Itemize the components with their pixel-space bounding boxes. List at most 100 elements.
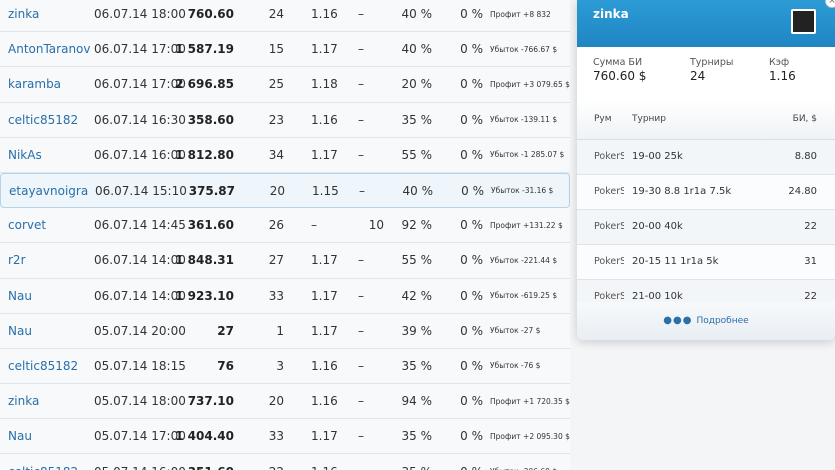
table-row[interactable]: karamba 06.07.14 17:00 2 696.85 25 1.18 – 20 %… [0, 67, 570, 103]
player-name-link[interactable]: Nau [8, 279, 32, 313]
tournament-row[interactable]: PokerStars 19-30 8.8 1r1a 7.5k 24.80 [577, 175, 835, 210]
percent-cell: 35 % [400, 454, 433, 470]
dots-icon: ●●● [663, 315, 693, 326]
player-name-link[interactable]: NikAs [8, 138, 42, 172]
tournament-cell: 19-30 8.8 1r1a 7.5k [632, 186, 732, 197]
player-name-link[interactable]: celtic85182 [8, 454, 78, 470]
player-name-link[interactable]: celtic85182 [8, 103, 78, 137]
tournaments-cell: 25 [268, 77, 284, 92]
result-cell: Профит +3 079.65 $ [490, 79, 570, 89]
player-name-link[interactable]: r2r [8, 243, 26, 277]
kef-cell: 1.16 [311, 7, 338, 22]
player-name-link[interactable]: AntonTaranov [8, 32, 91, 66]
date-cell: 06.07.14 16:30 [94, 112, 186, 127]
date-cell: 06.07.14 15:10 [95, 183, 187, 198]
player-name-link[interactable]: zinka [8, 0, 39, 31]
extra-cell [368, 0, 384, 31]
tournament-row[interactable]: PokerStars 20-00 40k 22 [577, 210, 835, 245]
panel-username[interactable]: zinka [593, 7, 629, 21]
table-row[interactable]: zinka 06.07.14 18:00 760.60 24 1.16 – 40 % 0 % П… [0, 0, 570, 33]
player-name-link[interactable]: zinka [8, 384, 39, 418]
percent-cell: 35 % [401, 112, 433, 127]
extra-cell [368, 138, 384, 172]
percent-cell: 55 % [401, 253, 433, 268]
extra-cell: 10 [368, 218, 384, 233]
percent-cell-2: 0 % [460, 42, 483, 57]
bi-cell: 24.80 [788, 186, 817, 197]
result-cell: Профит +2 095.30 $ [490, 431, 570, 441]
tournament-row[interactable]: PokerStars 19-00 25k 8.80 [577, 140, 835, 175]
column-header-room: Рум [594, 114, 612, 124]
more-button[interactable]: ●●● Подробнее [577, 302, 835, 340]
tournaments-cell: 33 [268, 429, 284, 444]
extra-cell [368, 314, 384, 348]
extra-cell [368, 279, 384, 313]
player-name-link[interactable]: Nau [8, 419, 32, 453]
date-cell: 05.07.14 18:00 [94, 394, 186, 409]
stat-value: 1.16 [769, 69, 796, 83]
table-row[interactable]: NikAs 06.07.14 16:00 1 812.80 34 1.17 – 55 % 0 … [0, 137, 570, 173]
table-row[interactable]: celtic85182 06.07.14 16:30 358.60 23 1.16 – 35… [0, 102, 570, 138]
panel-table-header: Рум Турнир БИ, $ [577, 100, 835, 140]
player-name-link[interactable]: Nau [8, 314, 32, 348]
panel-header: zinka [577, 0, 835, 47]
table-row[interactable]: etayavnoigra 06.07.14 15:10 375.87 20 1.15 – 4… [0, 172, 570, 209]
column-header-tournament: Турнир [632, 114, 666, 124]
table-row[interactable]: Nau 05.07.14 17:00 1 404.40 33 1.17 – 35 % 0 % П… [0, 419, 570, 455]
room-cell: PokerStars [594, 221, 624, 232]
bi-cell: 8.80 [794, 151, 817, 162]
tournaments-cell: 26 [268, 218, 284, 233]
date-cell: 06.07.14 14:00 [94, 288, 186, 303]
percent-cell-2: 0 % [460, 77, 483, 92]
kef-cell: 1.17 [311, 323, 338, 338]
table-row[interactable]: r2r 06.07.14 14:00 1 848.31 27 1.17 – 55 % 0 % У… [0, 243, 570, 279]
table-row[interactable]: celtic85182 05.07.14 18:15 76 3 1.16 – 35 % 0 %… [0, 348, 570, 385]
kef-cell: 1.17 [311, 288, 338, 303]
table-row[interactable]: zinka 05.07.14 18:00 737.10 20 1.16 – 94 % 0 % П… [0, 384, 570, 420]
percent-cell-2: 0 % [460, 253, 483, 268]
percent-cell: 94 % [401, 394, 433, 409]
kef-cell: 1.17 [311, 253, 338, 268]
dash-cell: – [358, 323, 364, 338]
more-label: Подробнее [696, 316, 749, 326]
extra-cell [368, 454, 384, 470]
date-cell: 06.07.14 14:00 [94, 253, 186, 268]
result-cell: Убыток -766.67 $ [490, 44, 558, 54]
result-cell: Убыток -206.60 $ [490, 454, 557, 470]
room-cell: PokerStars [594, 186, 624, 197]
bi-cell: 1 812.80 [175, 147, 234, 162]
table-row[interactable]: corvet 06.07.14 14:45 361.60 26 – 10 92 % 0 % Пр… [0, 208, 570, 244]
avatar [791, 9, 816, 34]
date-cell: 06.07.14 14:45 [94, 218, 186, 233]
result-cell: Убыток -76 $ [490, 361, 541, 371]
kef-cell: 1.16 [311, 454, 338, 470]
extra-cell [369, 174, 385, 207]
dash-cell: – [358, 7, 364, 22]
percent-cell-2: 0 % [460, 394, 483, 409]
date-cell: 05.07.14 18:15 [94, 358, 186, 373]
tournaments-cell: 23 [268, 112, 284, 127]
player-name-link[interactable]: corvet [8, 208, 46, 242]
percent-cell-2: 0 % [460, 218, 483, 233]
dash-cell: – [358, 112, 364, 127]
result-cell: Профит +8 832 [490, 9, 551, 19]
table-row[interactable]: AntonTaranov 06.07.14 17:00 1 587.19 15 1.17… [0, 32, 570, 68]
player-name-link[interactable]: celtic85182 [8, 349, 78, 383]
tournament-cell: 20-15 11 1r1a 5k [632, 256, 719, 267]
stat-tournaments: Турниры 24 [690, 57, 733, 83]
table-row[interactable]: Nau 05.07.14 20:00 27 1 1.17 – 39 % 0 % Убыток -… [0, 313, 570, 349]
bi-cell: 1 404.40 [175, 429, 234, 444]
table-row[interactable]: celtic85182 05.07.14 16:00351.60 22 1.16 – 35… [0, 454, 570, 470]
percent-cell-2: 0 % [460, 358, 483, 373]
player-name-link[interactable]: etayavnoigra [9, 174, 88, 207]
extra-cell [368, 67, 384, 101]
tournament-row[interactable]: PokerStars 20-15 11 1r1a 5k 31 [577, 245, 835, 280]
percent-cell: 39 % [401, 323, 433, 338]
bi-cell: 358.60 [187, 112, 234, 127]
table-row[interactable]: Nau 06.07.14 14:00 1 923.10 33 1.17 – 42 % 0 % У… [0, 278, 570, 314]
player-name-link[interactable]: karamba [8, 67, 61, 101]
percent-cell: 92 % [401, 218, 433, 233]
room-cell: PokerStars [594, 256, 624, 267]
stat-label: Турниры [690, 57, 734, 68]
percent-cell-2: 0 % [460, 323, 483, 338]
